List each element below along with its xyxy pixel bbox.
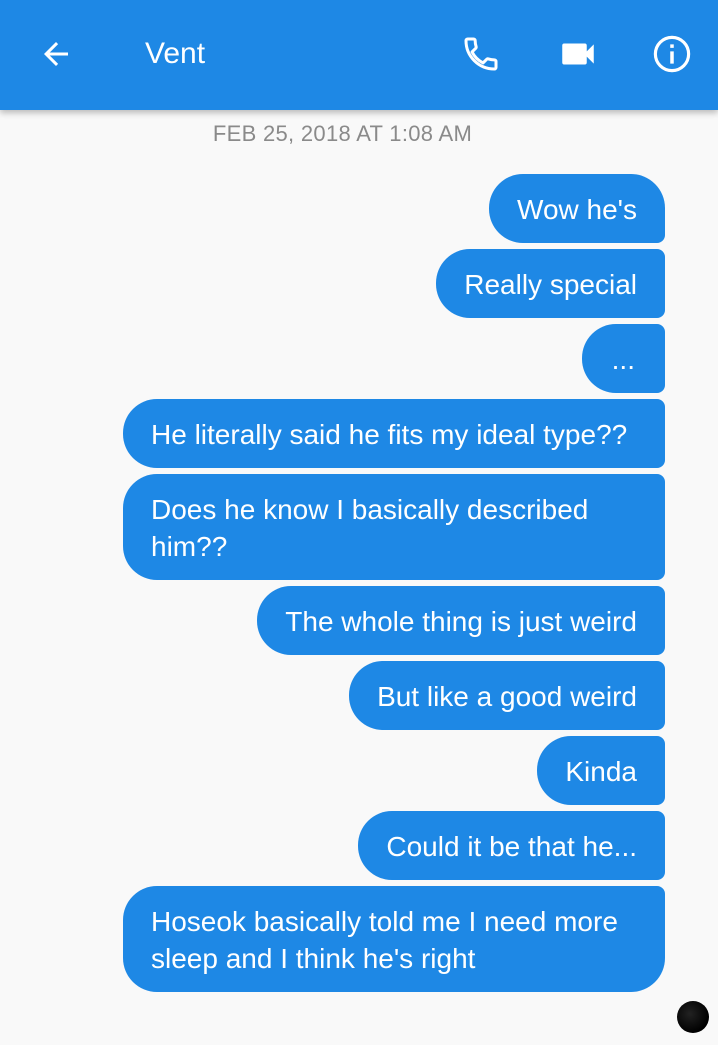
video-camera-icon — [562, 43, 594, 65]
app-header: Vent — [0, 0, 718, 110]
message-bubble[interactable]: Hoseok basically told me I need more sle… — [123, 886, 665, 992]
message-bubble[interactable]: ... — [581, 324, 665, 393]
video-call-button[interactable] — [550, 30, 606, 78]
info-icon — [653, 35, 691, 73]
message-bubble[interactable]: The whole thing is just weird — [257, 586, 665, 655]
conversation-info-button[interactable] — [646, 28, 698, 80]
conversation-title: Vent — [145, 37, 206, 70]
message-bubble[interactable]: Wow he's — [489, 174, 665, 243]
arrow-left-icon — [44, 42, 68, 66]
message-bubble[interactable]: Does he know I basically described him?? — [123, 474, 665, 580]
phone-icon — [464, 37, 498, 71]
message-timestamp: FEB 25, 2018 AT 1:08 AM — [212, 121, 473, 146]
message-bubble[interactable]: Could it be that he... — [358, 811, 665, 880]
message-bubble[interactable]: Really special — [436, 249, 665, 318]
message-bubble[interactable]: But like a good weird — [349, 661, 665, 730]
voice-call-button[interactable] — [455, 30, 507, 78]
back-button[interactable] — [30, 30, 82, 78]
seen-avatar — [677, 1001, 709, 1033]
message-bubble[interactable]: He literally said he fits my ideal type?… — [123, 399, 665, 468]
message-thread: Wow he's Really special ... He literally… — [105, 174, 665, 998]
message-bubble[interactable]: Kinda — [537, 736, 665, 805]
